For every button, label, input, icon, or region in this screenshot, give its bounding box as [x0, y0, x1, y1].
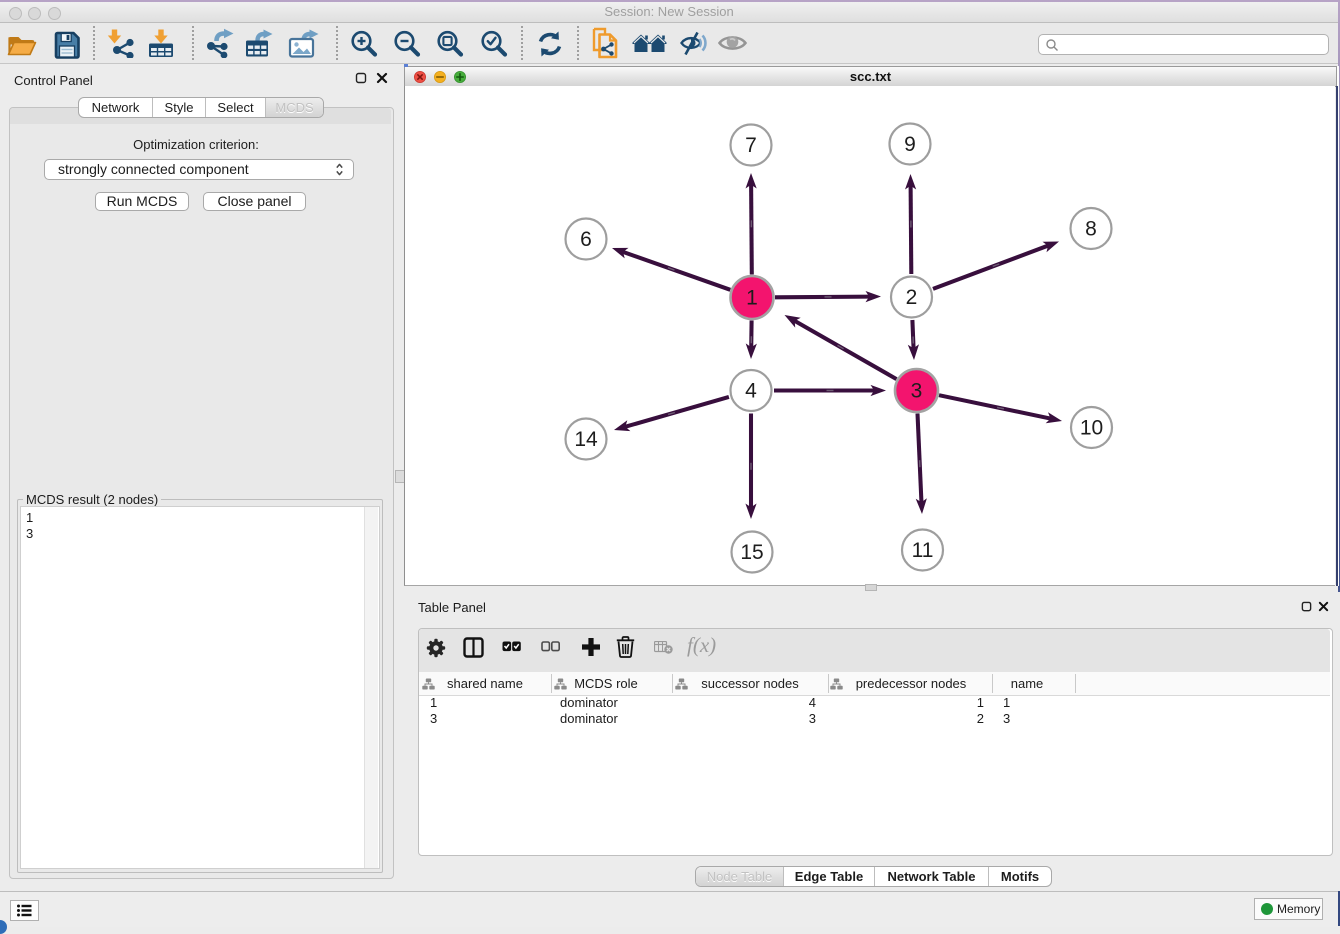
- svg-text:9: 9: [904, 133, 916, 156]
- svg-text:10: 10: [1080, 417, 1103, 440]
- svg-text:11: 11: [912, 539, 934, 562]
- svg-text:3: 3: [911, 380, 923, 403]
- svg-text:4: 4: [745, 380, 757, 403]
- svg-text:7: 7: [745, 134, 757, 157]
- svg-text:2: 2: [906, 286, 918, 309]
- svg-text:14: 14: [574, 428, 598, 451]
- svg-text:15: 15: [740, 541, 763, 564]
- svg-text:8: 8: [1085, 218, 1097, 241]
- svg-text:1: 1: [746, 287, 758, 310]
- svg-text:6: 6: [580, 228, 592, 251]
